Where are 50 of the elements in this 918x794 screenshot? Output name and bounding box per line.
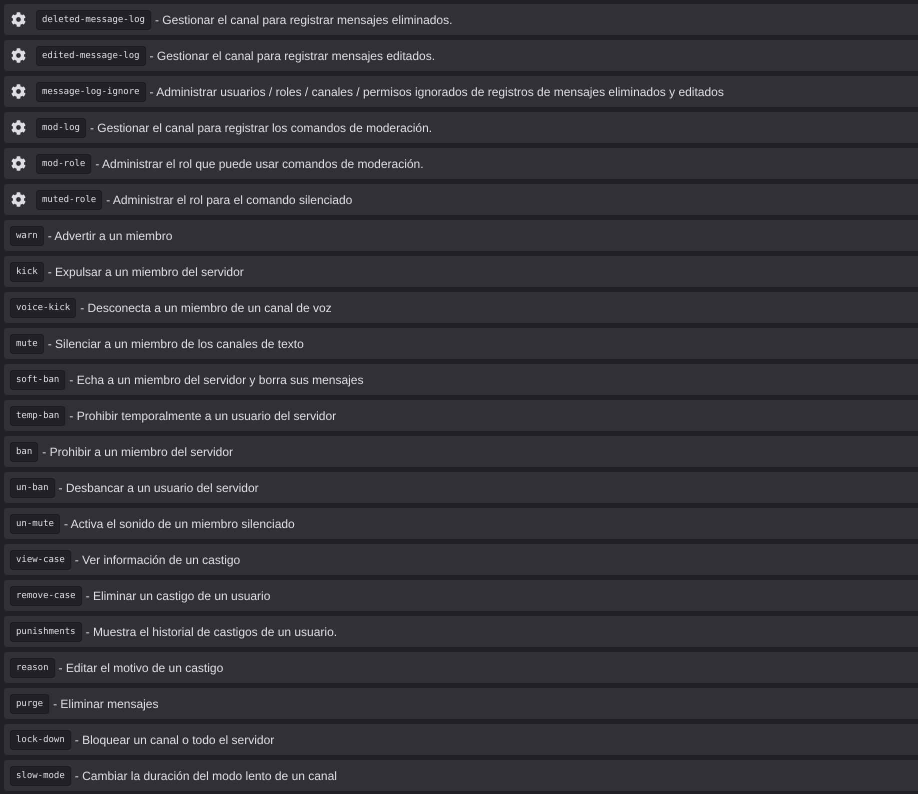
command-name: warn <box>10 226 44 246</box>
command-name: ban <box>10 442 38 462</box>
command-name: punishments <box>10 622 82 642</box>
command-description: - Administrar el rol que puede usar comandos de moderación. <box>95 156 424 172</box>
command-description: - Silenciar a un miembro de los canales de texto <box>48 336 304 352</box>
command-description: - Advertir a un miembro <box>48 228 172 244</box>
command-description: - Bloquear un canal o todo el servidor <box>74 732 274 748</box>
command-name: remove-case <box>10 586 82 606</box>
gear-icon <box>10 84 26 100</box>
command-description: - Gestionar el canal para registrar los comandos de moderación. <box>90 120 432 136</box>
command-description: - Prohibir a un miembro del servidor <box>42 444 234 460</box>
command-name: temp-ban <box>10 406 66 426</box>
gear-icon <box>10 12 26 28</box>
command-name: purge <box>10 694 50 714</box>
command-name: mod-role <box>36 154 92 174</box>
command-description: - Editar el motivo de un castigo <box>58 660 224 676</box>
command-description: - Ver información de un castigo <box>74 552 240 568</box>
command-name: kick <box>10 262 44 282</box>
command-description: - Muestra el historial de castigos de un usuario. <box>86 624 338 640</box>
command-description: - Echa a un miembro del servidor y borra sus mensajes <box>69 372 364 388</box>
command-name: voice-kick <box>10 298 76 318</box>
command-description: - Prohibir temporalmente a un usuario del servidor <box>69 408 336 424</box>
command-description: - Desconecta a un miembro de un canal de voz <box>80 300 332 316</box>
command-name: slow-mode <box>10 766 71 786</box>
command-description: - Gestionar el canal para registrar mensajes eliminados. <box>154 12 452 28</box>
command-name: muted-role <box>36 190 102 210</box>
gear-icon <box>10 48 26 64</box>
command-description: - Eliminar un castigo de un usuario <box>86 588 270 604</box>
command-name: message-log-ignore <box>36 82 146 102</box>
command-name: un-mute <box>10 514 60 534</box>
command-description: - Gestionar el canal para registrar mensajes editados. <box>150 48 436 64</box>
command-description: - Desbancar a un usuario del servidor <box>58 480 259 496</box>
command-description: - Administrar usuarios / roles / canales / permisos ignorados de registros de mensajes eliminados y editados <box>150 84 724 100</box>
command-name: edited-message-log <box>36 46 146 66</box>
command-name: deleted-message-log <box>36 10 151 30</box>
command-description: - Eliminar mensajes <box>53 696 158 712</box>
command-name: mod-log <box>36 118 86 138</box>
gear-icon <box>10 192 26 208</box>
command-name: mute <box>10 334 44 354</box>
command-name: lock-down <box>10 730 71 750</box>
command-description: - Cambiar la duración del modo lento de un canal <box>74 768 337 784</box>
command-name: un-ban <box>10 478 55 498</box>
command-name: view-case <box>10 550 71 570</box>
gear-icon <box>10 120 26 136</box>
command-name: reason <box>10 658 55 678</box>
command-description: - Expulsar a un miembro del servidor <box>48 264 244 280</box>
command-description: - Activa el sonido de un miembro silenciado <box>64 516 295 532</box>
command-name: soft-ban <box>10 370 66 390</box>
command-description: - Administrar el rol para el comando silenciado <box>106 192 352 208</box>
gear-icon <box>10 156 26 172</box>
